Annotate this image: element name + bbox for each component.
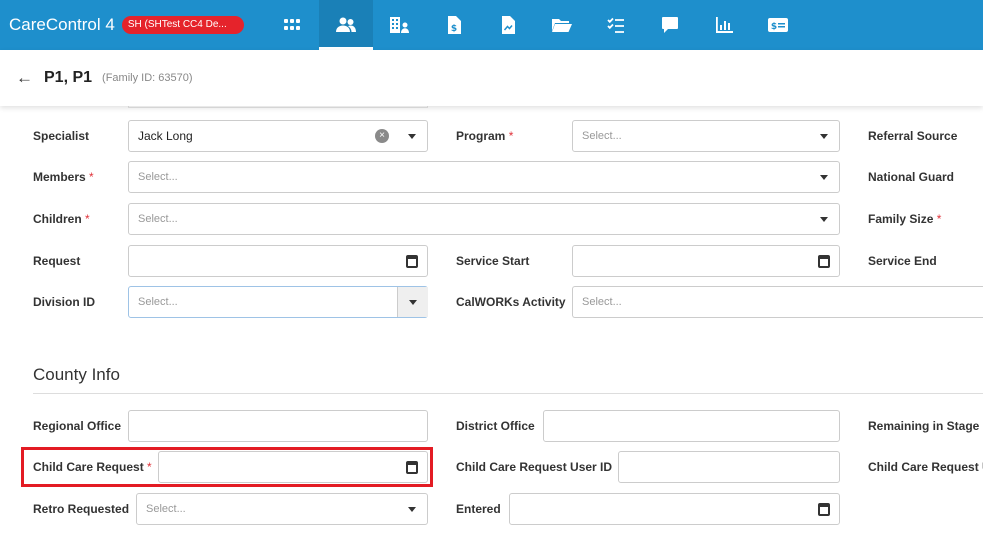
folder-open-icon xyxy=(552,19,572,32)
app-title[interactable]: CareControl 4 xyxy=(9,15,115,35)
back-arrow-icon[interactable]: ← xyxy=(16,68,33,88)
nav-building-button[interactable] xyxy=(373,0,427,50)
district-office-label: District Office xyxy=(456,419,535,433)
program-label: Program * xyxy=(456,129,513,143)
svg-text:$: $ xyxy=(451,24,457,34)
district-office-input[interactable] xyxy=(543,410,840,442)
division-id-placeholder: Select... xyxy=(138,296,178,308)
members-placeholder: Select... xyxy=(138,171,178,183)
referral-source-label: Referral Source xyxy=(868,129,958,143)
division-id-select[interactable]: Select... xyxy=(128,286,428,318)
children-label-text: Children xyxy=(33,212,82,226)
retro-requested-label: Retro Requested xyxy=(33,502,130,516)
service-start-label: Service Start xyxy=(456,254,530,268)
nav-messages-button[interactable] xyxy=(643,0,697,50)
national-guard-label: National Guard xyxy=(868,170,955,184)
scrolled-field-edge xyxy=(128,106,428,108)
calworks-activity-select[interactable]: Select... xyxy=(572,286,983,318)
retro-requested-placeholder: Select... xyxy=(146,503,186,515)
chevron-down-icon[interactable] xyxy=(820,134,828,139)
svg-text:$: $ xyxy=(771,22,777,32)
service-start-date-field[interactable] xyxy=(572,245,840,277)
specialist-label: Specialist xyxy=(33,129,89,143)
document-dollar-icon: $ xyxy=(448,16,461,34)
nav-billing-button[interactable]: $ xyxy=(427,0,481,50)
document-chart-icon xyxy=(502,16,515,34)
chevron-down-icon[interactable] xyxy=(409,300,417,305)
calendar-icon[interactable] xyxy=(406,461,418,474)
nav-payments-button[interactable]: $ xyxy=(751,0,805,50)
service-end-label: Service End xyxy=(868,254,937,268)
child-care-request-user-id-label: Child Care Request User ID xyxy=(456,460,613,474)
required-mark: * xyxy=(147,460,152,474)
regional-office-label: Regional Office xyxy=(33,419,122,433)
calworks-activity-label: CalWORKs Activity xyxy=(456,295,566,309)
children-label: Children * xyxy=(33,212,90,226)
retro-requested-select[interactable]: Select... xyxy=(136,493,428,525)
program-label-text: Program xyxy=(456,129,506,143)
division-id-label: Division ID xyxy=(33,295,96,309)
specialist-label-text: Specialist xyxy=(33,129,90,143)
children-placeholder: Select... xyxy=(138,213,178,225)
remaining-in-stage-label: Remaining in Stage xyxy=(868,419,980,433)
required-mark: * xyxy=(936,212,942,226)
calendar-icon[interactable] xyxy=(818,503,830,516)
children-select[interactable]: Select... xyxy=(128,203,840,235)
top-navbar: CareControl 4 SH (SHTest CC4 De... $ $ xyxy=(0,0,983,50)
chevron-down-icon[interactable] xyxy=(408,507,416,512)
chevron-down-icon[interactable] xyxy=(820,175,828,180)
child-care-request-date-field[interactable] xyxy=(158,451,428,483)
chevron-down-icon[interactable] xyxy=(408,134,416,139)
building-people-icon xyxy=(390,17,409,33)
family-size-label: Family Size * xyxy=(868,212,941,226)
program-placeholder: Select... xyxy=(582,130,622,142)
request-label: Request xyxy=(33,254,81,268)
members-label-text: Members xyxy=(33,170,86,184)
chevron-down-icon[interactable] xyxy=(820,217,828,222)
child-care-request-label: Child Care Request * xyxy=(33,460,152,474)
child-care-request-u-label: Child Care Request U xyxy=(868,460,983,474)
members-label: Members * xyxy=(33,170,94,184)
regional-office-input[interactable] xyxy=(128,410,428,442)
request-date-field[interactable] xyxy=(128,245,428,277)
bar-chart-icon xyxy=(716,17,733,33)
child-care-request-user-id-input[interactable] xyxy=(618,451,840,483)
family-size-label-text: Family Size xyxy=(868,212,934,226)
specialist-value: Jack Long xyxy=(138,129,193,143)
required-mark: * xyxy=(89,170,94,184)
entered-label: Entered xyxy=(456,502,501,516)
nav-documents-button[interactable] xyxy=(535,0,589,50)
program-select[interactable]: Select... xyxy=(572,120,840,152)
nav-reports-doc-button[interactable] xyxy=(481,0,535,50)
nav-people-button[interactable] xyxy=(319,0,373,50)
calendar-icon[interactable] xyxy=(406,255,418,268)
nav-grid-button[interactable] xyxy=(265,0,319,50)
section-divider xyxy=(33,393,983,394)
page-header: ← P1, P1 (Family ID: 63570) xyxy=(0,50,983,106)
county-info-heading: County Info xyxy=(33,365,120,384)
family-id-label: (Family ID: 63570) xyxy=(102,72,193,84)
nav-analytics-button[interactable] xyxy=(697,0,751,50)
clear-icon[interactable]: × xyxy=(375,129,389,143)
calworks-activity-placeholder: Select... xyxy=(582,296,622,308)
payment-icon: $ xyxy=(768,18,788,32)
grid-icon xyxy=(284,19,300,30)
members-select[interactable]: Select... xyxy=(128,161,840,193)
checklist-icon xyxy=(607,17,624,33)
calendar-icon[interactable] xyxy=(818,255,830,268)
entered-date-field[interactable] xyxy=(509,493,840,525)
chat-icon xyxy=(662,17,678,33)
family-form: Specialist Jack Long × Program * Select.… xyxy=(0,106,983,538)
family-name-title: P1, P1 xyxy=(44,69,93,86)
people-icon xyxy=(336,17,356,32)
required-mark: * xyxy=(508,129,514,143)
required-mark: * xyxy=(85,212,90,226)
child-care-request-label-text: Child Care Request xyxy=(33,460,144,474)
specialist-select[interactable]: Jack Long × xyxy=(128,120,428,152)
nav-tasks-button[interactable] xyxy=(589,0,643,50)
tenant-badge[interactable]: SH (SHTest CC4 De... xyxy=(121,16,244,34)
nav-icon-bar: $ $ xyxy=(265,0,805,50)
